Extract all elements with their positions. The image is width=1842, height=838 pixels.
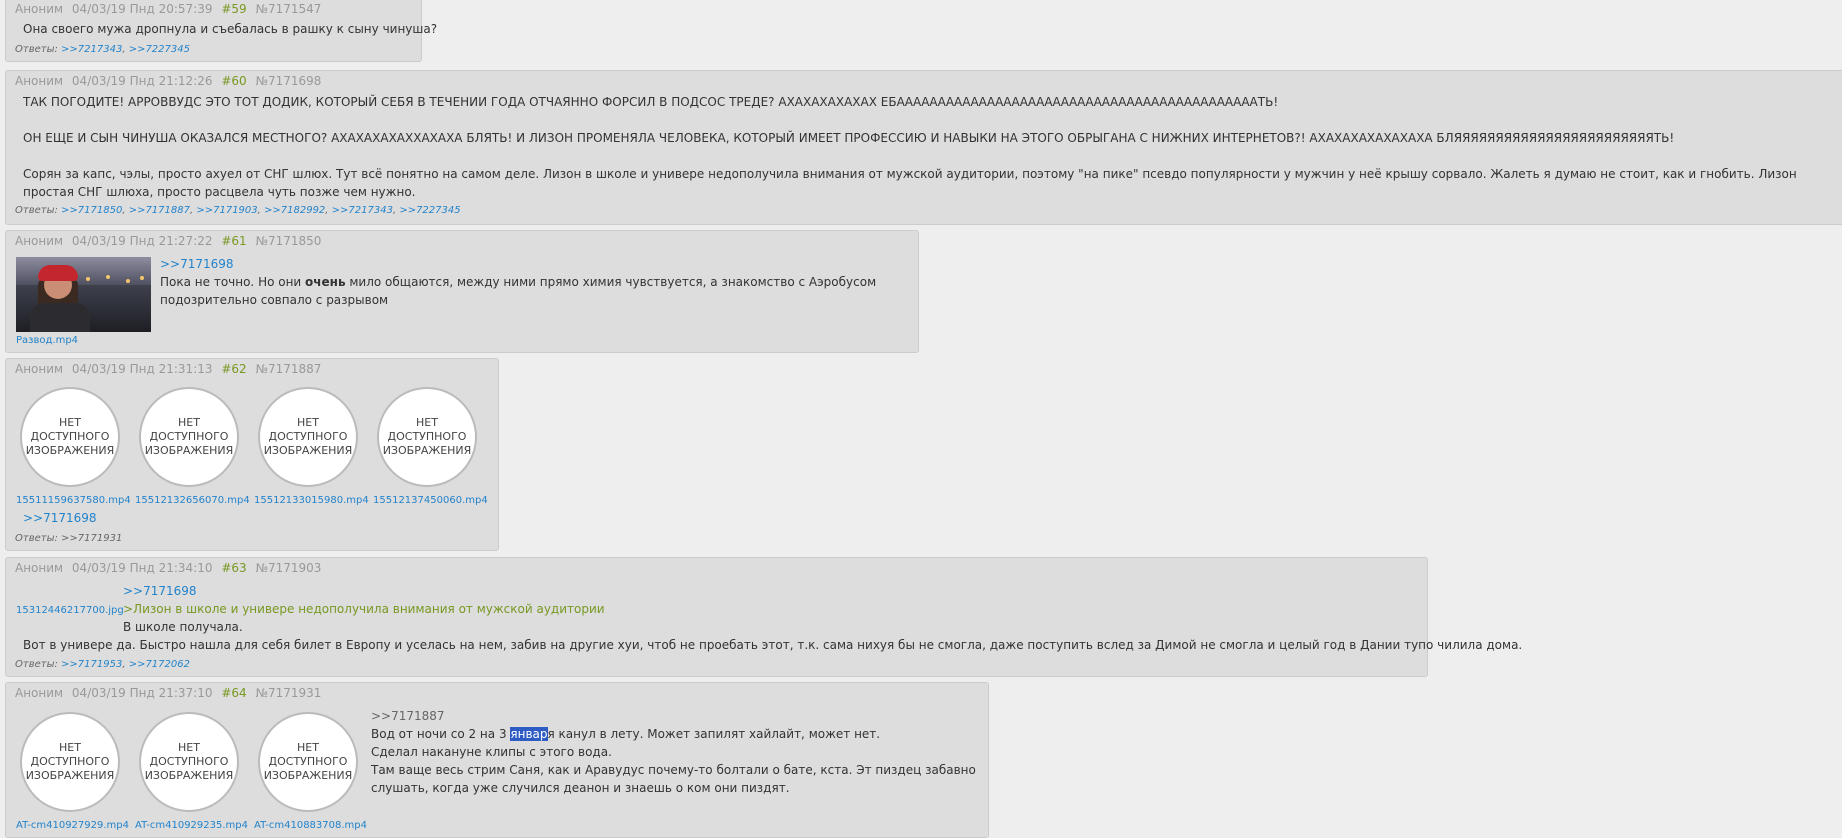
selected-text: январ <box>510 727 548 741</box>
file-name-link[interactable]: 15512133015980.mp4 <box>254 495 369 506</box>
post-author: Аноним <box>15 74 64 88</box>
post-7171850: Аноним 04/03/19 Пнд 21:27:22 #61 №717185… <box>5 230 919 353</box>
file-name-link[interactable]: 15512132656070.mp4 <box>135 495 250 506</box>
post-message-line: Вод от ночи со 2 на 3 января канул в лет… <box>371 725 880 743</box>
file-name-link[interactable]: 15511159637580.mp4 <box>16 495 131 506</box>
reply-link[interactable]: >>7171698 <box>23 509 97 527</box>
reply-link[interactable]: >>7171850 <box>61 205 122 216</box>
post-message: Она своего мужа дропнула и съебалась в р… <box>23 22 438 36</box>
post-date: 04/03/19 Пнд 21:12:26 <box>71 74 213 88</box>
no-image-placeholder[interactable]: НЕТ ДОСТУПНОГО ИЗОБРАЖЕНИЯ <box>139 712 239 812</box>
post-number[interactable]: #64 <box>221 686 246 700</box>
reply-link[interactable]: >>7217343 <box>61 44 122 55</box>
post-header: Аноним 04/03/19 Пнд 21:37:10 #64 №717193… <box>15 686 321 700</box>
reply-link[interactable]: >>7171698 <box>160 255 234 273</box>
post-message-line: Там ваще весь стрим Саня, как и Аравудус… <box>371 763 976 777</box>
message-text: я канул в лету. Может запилят хайлайт, м… <box>547 727 881 741</box>
file-name-link[interactable]: AT-cm410927929.mp4 <box>16 820 129 831</box>
post-replies: Ответы: >>7171953, >>7172062 <box>15 659 190 670</box>
reply-link[interactable]: >>7171887 <box>129 205 190 216</box>
post-7171547: Аноним 04/03/19 Пнд 20:57:39 #59 №717154… <box>5 0 437 62</box>
no-image-placeholder[interactable]: НЕТ ДОСТУПНОГО ИЗОБРАЖЕНИЯ <box>20 712 120 812</box>
replies-label: Ответы: <box>15 44 58 55</box>
post-message-line: ТАК ПОГОДИТЕ! АРРОВВУДС ЭТО ТОТ ДОДИК, К… <box>23 95 1279 109</box>
reply-link[interactable]: >>7171698 <box>123 582 197 600</box>
no-image-placeholder[interactable]: НЕТ ДОСТУПНОГО ИЗОБРАЖЕНИЯ <box>258 387 358 487</box>
replies-label: Ответы: <box>15 659 58 670</box>
reply-link[interactable]: >>7171887 <box>371 707 445 725</box>
post-message-line: Вот в универе да. Быстро нашла для себя … <box>23 638 1523 652</box>
post-message-line: слушать, когда уже случился деанон и зна… <box>371 781 790 795</box>
file-name-link[interactable]: 15312446217700.jpg <box>16 605 124 616</box>
no-image-placeholder[interactable]: НЕТ ДОСТУПНОГО ИЗОБРАЖЕНИЯ <box>139 387 239 487</box>
post-header: Аноним 04/03/19 Пнд 21:12:26 #60 №717169… <box>15 74 321 88</box>
post-header: Аноним 04/03/19 Пнд 21:31:13 #62 №717188… <box>15 362 321 376</box>
message-text: Пока не точно. Но они <box>160 275 306 289</box>
post-header: Аноним 04/03/19 Пнд 21:34:10 #63 №717190… <box>15 561 321 575</box>
post-date: 04/03/19 Пнд 21:34:10 <box>71 561 213 575</box>
reply-link[interactable]: >>7217343 <box>332 205 393 216</box>
reply-link[interactable]: >>7227345 <box>399 205 460 216</box>
post-id[interactable]: №7171850 <box>256 234 322 248</box>
post-author: Аноним <box>15 2 64 16</box>
post-header: Аноним 04/03/19 Пнд 20:57:39 #59 №717154… <box>15 2 321 16</box>
no-image-placeholder[interactable]: НЕТ ДОСТУПНОГО ИЗОБРАЖЕНИЯ <box>20 387 120 487</box>
file-name-link[interactable]: AT-cm410883708.mp4 <box>254 820 367 831</box>
post-7171931: Аноним 04/03/19 Пнд 21:37:10 #64 №717193… <box>5 682 989 838</box>
post-message-line: Сделал накануне клипы с этого вода. <box>371 745 612 759</box>
post-7171698: Аноним 04/03/19 Пнд 21:12:26 #60 №717169… <box>5 70 1842 225</box>
message-text: Вод от ночи со 2 на 3 <box>371 727 511 741</box>
post-header: Аноним 04/03/19 Пнд 21:27:22 #61 №717185… <box>15 234 321 248</box>
replies-label: Ответы: <box>15 533 58 544</box>
reply-link[interactable]: >>7227345 <box>129 44 190 55</box>
no-image-placeholder[interactable]: НЕТ ДОСТУПНОГО ИЗОБРАЖЕНИЯ <box>258 712 358 812</box>
reply-link[interactable]: >>7171931 <box>61 533 122 544</box>
post-id[interactable]: №7171903 <box>256 561 322 575</box>
post-message: Пока не точно. Но они очень мило общаютс… <box>160 273 876 291</box>
post-date: 04/03/19 Пнд 20:57:39 <box>71 2 213 16</box>
post-message-line: В школе получала. <box>123 620 243 634</box>
post-number[interactable]: #59 <box>221 2 246 16</box>
message-bold-text: очень <box>305 275 346 289</box>
post-replies: Ответы: >>7171931 <box>15 533 122 544</box>
post-author: Аноним <box>15 234 64 248</box>
file-name-link[interactable]: 15512137450060.mp4 <box>373 495 488 506</box>
post-id[interactable]: №7171698 <box>256 74 322 88</box>
reply-link[interactable]: >>7182992 <box>264 205 325 216</box>
post-number[interactable]: #60 <box>221 74 246 88</box>
post-id[interactable]: №7171931 <box>256 686 322 700</box>
post-7171887: Аноним 04/03/19 Пнд 21:31:13 #62 №717188… <box>5 358 499 551</box>
post-message-line: Сорян за капс, чэлы, просто ахуел от СНГ… <box>23 167 1797 199</box>
post-id[interactable]: №7171547 <box>256 2 322 16</box>
post-number[interactable]: #61 <box>221 234 246 248</box>
no-image-placeholder[interactable]: НЕТ ДОСТУПНОГО ИЗОБРАЖЕНИЯ <box>377 387 477 487</box>
reply-link[interactable]: >>7171903 <box>196 205 257 216</box>
post-date: 04/03/19 Пнд 21:37:10 <box>71 686 213 700</box>
post-replies: Ответы: >>7217343, >>7227345 <box>15 44 190 55</box>
file-name-link[interactable]: Развод.mp4 <box>16 335 78 346</box>
post-date: 04/03/19 Пнд 21:31:13 <box>71 362 213 376</box>
replies-label: Ответы: <box>15 205 58 216</box>
video-thumbnail[interactable] <box>16 257 151 332</box>
file-name-link[interactable]: AT-cm410929235.mp4 <box>135 820 248 831</box>
post-date: 04/03/19 Пнд 21:27:22 <box>71 234 213 248</box>
post-id[interactable]: №7171887 <box>256 362 322 376</box>
post-number[interactable]: #63 <box>221 561 246 575</box>
post-author: Аноним <box>15 362 64 376</box>
reply-link[interactable]: >>7172062 <box>129 659 190 670</box>
reply-link[interactable]: >>7171953 <box>61 659 122 670</box>
post-author: Аноним <box>15 686 64 700</box>
post-author: Аноним <box>15 561 64 575</box>
post-replies: Ответы: >>7171850, >>7171887, >>7171903,… <box>15 205 461 216</box>
post-message-line: ОН ЕЩЕ И СЫН ЧИНУША ОКАЗАЛСЯ МЕСТНОГО? А… <box>23 131 1675 145</box>
message-text: мило общаются, между ними прямо химия чу… <box>345 275 877 289</box>
post-message-line: подозрительно совпало с разрывом <box>160 293 389 307</box>
post-number[interactable]: #62 <box>221 362 246 376</box>
post-7171903: Аноним 04/03/19 Пнд 21:34:10 #63 №717190… <box>5 557 1522 677</box>
quote-text: >Лизон в школе и универе недополучила вн… <box>123 602 605 616</box>
